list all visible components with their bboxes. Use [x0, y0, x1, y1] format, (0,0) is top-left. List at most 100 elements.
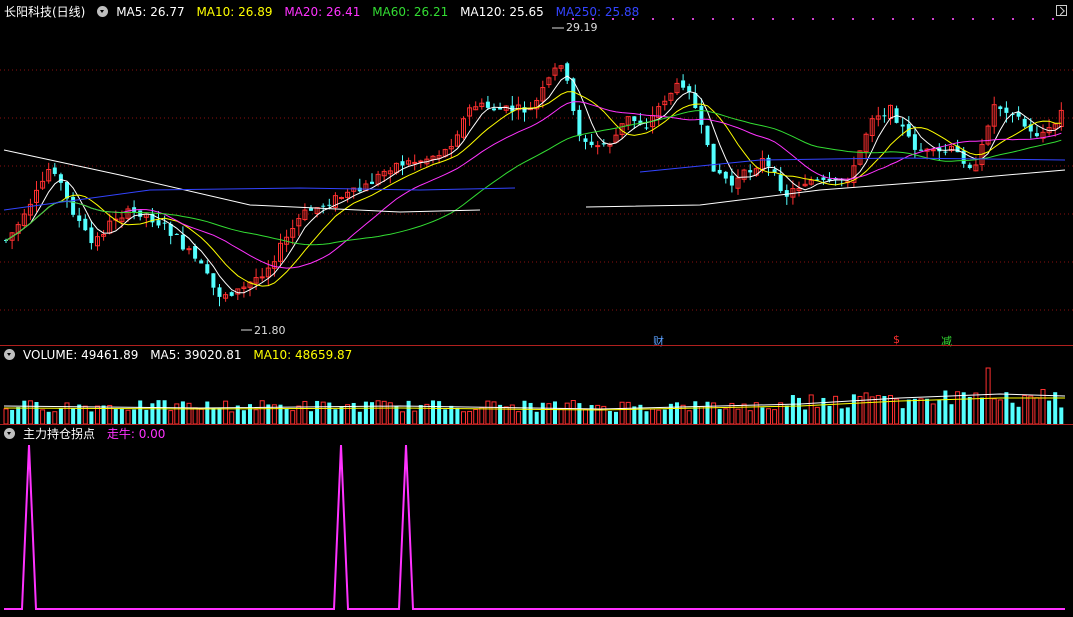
volume-bar	[686, 410, 692, 424]
volume-bar	[455, 407, 460, 424]
volume-bar	[814, 406, 820, 424]
candle-body	[321, 205, 326, 207]
volume-bar	[345, 404, 351, 424]
volume-bar	[174, 403, 180, 424]
candle-body	[485, 101, 490, 108]
candle-body	[186, 248, 192, 251]
candle-body	[632, 116, 637, 122]
event-dot	[992, 18, 994, 20]
volume-bar	[375, 400, 381, 424]
volume-bar	[125, 409, 131, 424]
candle-body	[943, 151, 948, 153]
candle-body	[919, 149, 923, 151]
volume-bar	[614, 411, 618, 424]
volume-bar	[675, 402, 679, 424]
volume-bar	[46, 411, 51, 424]
candle-body	[821, 177, 826, 180]
volume-bar	[406, 400, 411, 424]
candle-body	[309, 208, 313, 211]
collapse-toggle-icon[interactable]	[97, 6, 109, 17]
volume-bar	[34, 402, 39, 424]
volume-bar	[339, 406, 344, 424]
candle-body	[65, 181, 69, 199]
volume-bar	[650, 408, 656, 424]
event-dot	[932, 18, 934, 20]
candle-body	[699, 105, 704, 125]
volume-bar	[595, 404, 601, 424]
volume-bar	[753, 402, 759, 424]
volume-bar	[424, 403, 430, 424]
volume-bar	[394, 405, 399, 424]
volume-bar	[973, 392, 979, 424]
volume-bar	[869, 396, 875, 424]
ma120-label: MA120: 25.65	[460, 5, 544, 19]
volume-bar	[144, 409, 149, 424]
volume-bar	[443, 409, 448, 424]
volume-bar	[259, 400, 265, 424]
volume-bar	[412, 410, 418, 424]
candle-body	[83, 218, 88, 231]
volume-bar	[491, 401, 497, 424]
price-chart[interactable]	[0, 0, 1073, 345]
volume-bar	[997, 399, 1003, 424]
collapse-toggle-icon[interactable]	[4, 349, 15, 360]
event-dot	[692, 18, 694, 20]
event-dot	[812, 18, 814, 20]
candle-body	[595, 145, 601, 148]
high-price-label: 29.19	[566, 21, 598, 34]
volume-bar	[833, 395, 839, 424]
event-dot	[752, 18, 754, 20]
candle-body	[711, 143, 716, 172]
volume-bar	[1047, 400, 1052, 424]
event-dot	[712, 18, 714, 20]
indicator-title: 主力持仓拐点	[23, 427, 96, 441]
volume-bar	[431, 400, 435, 424]
candle-body	[327, 204, 332, 206]
volume-bar	[461, 411, 466, 424]
volume-bar	[467, 410, 473, 424]
volume-bar	[1059, 407, 1064, 424]
candle-body	[412, 161, 418, 164]
volume-bar	[528, 402, 533, 424]
volume-bar	[113, 409, 118, 424]
volume-bar	[198, 408, 204, 424]
candle-body	[693, 92, 698, 109]
volume-bar	[71, 408, 76, 424]
volume-panel-header: VOLUME: 49461.89 MA5: 39020.81 MA10: 486…	[4, 346, 360, 364]
volume-bar	[723, 408, 729, 424]
volume-bar	[546, 403, 552, 424]
candle-body	[900, 124, 905, 127]
candle-body	[492, 108, 496, 111]
volume-bar	[937, 399, 942, 424]
volume-bar	[693, 401, 698, 424]
ma250-label: MA250: 25.88	[555, 5, 640, 19]
collapse-toggle-icon[interactable]	[4, 428, 15, 439]
volume-bar	[437, 401, 442, 424]
event-dot	[772, 18, 774, 20]
volume-bar	[205, 401, 210, 424]
candle-body	[723, 171, 728, 179]
volume-bar	[577, 403, 582, 424]
volume-bar	[980, 397, 984, 424]
candle-body	[339, 197, 344, 200]
candle-body	[229, 292, 234, 296]
ma5-label: MA5: 26.77	[116, 5, 185, 19]
volume-bar	[803, 409, 808, 424]
indicator-chart[interactable]	[0, 425, 1073, 617]
volume-bar	[1010, 402, 1015, 424]
candle-body	[89, 227, 94, 244]
ma120-line	[585, 169, 1066, 208]
volume-bar	[515, 411, 521, 424]
candle-body	[577, 109, 582, 137]
volume-bar	[1028, 395, 1034, 424]
volume-bar	[918, 398, 924, 424]
volume-bar	[320, 401, 326, 424]
ma10-label: MA10: 26.89	[196, 5, 273, 19]
candle-body	[565, 63, 570, 81]
volume-value: VOLUME: 49461.89	[23, 348, 139, 362]
volume-bar	[119, 408, 124, 424]
candle-body	[357, 187, 362, 192]
volume-bar	[241, 410, 246, 424]
volume-ma5: MA5: 39020.81	[150, 348, 242, 362]
volume-bar	[900, 408, 905, 424]
